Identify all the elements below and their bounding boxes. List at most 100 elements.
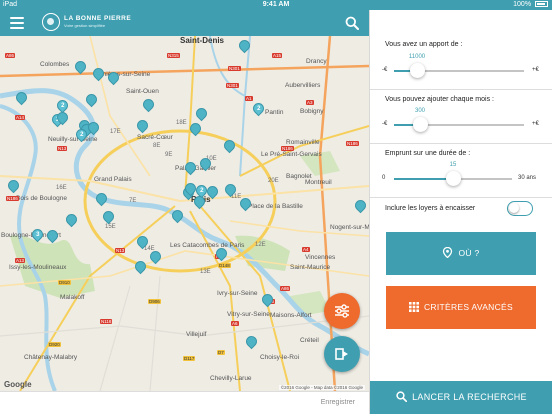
search-panel: Vous avez un apport de : -€ +€ 11000 Vou… xyxy=(369,10,552,414)
map-label: Colombes xyxy=(40,61,70,68)
loyers-label: Inclure les loyers à encaisser xyxy=(385,205,476,212)
road-badge: A14 xyxy=(15,115,26,120)
launch-search-label: LANCER LA RECHERCHE xyxy=(412,392,527,402)
road-badge: N301 xyxy=(226,83,239,88)
map-label: Saint-Maurice xyxy=(290,264,331,271)
criteria-button-label: CRITÈRES AVANCÉS xyxy=(423,302,514,312)
grid-icon xyxy=(408,302,419,312)
logo-icon xyxy=(42,13,60,31)
duree-slider[interactable]: 15 xyxy=(394,162,512,186)
battery-text: 100% xyxy=(513,1,532,8)
filters-button[interactable] xyxy=(324,293,360,329)
road-badge: N118 xyxy=(100,319,113,324)
road-badge: A15 xyxy=(272,53,283,58)
map-district-label: 17E xyxy=(110,129,121,135)
map-label: Grand Palais xyxy=(94,176,132,183)
road-badge: N13 xyxy=(57,146,68,151)
save-button[interactable]: Enregistrer xyxy=(321,399,355,406)
map-label: Le Pré-Saint-Gervais xyxy=(261,151,322,158)
road-badge: N13 xyxy=(115,248,126,253)
search-icon[interactable] xyxy=(345,16,359,30)
loyers-section: Inclure les loyers à encaisser xyxy=(370,198,552,222)
road-badge: A6 xyxy=(231,321,239,326)
road-badge: D910 xyxy=(58,280,71,285)
apport-min: -€ xyxy=(382,67,388,73)
apport-slider-thumb[interactable] xyxy=(410,63,425,78)
map-label: Maisons-Alfort xyxy=(270,312,312,319)
mensuel-min: -€ xyxy=(382,121,388,127)
duree-min: 0 xyxy=(382,175,386,181)
app-header: LA BONNE PIERRE Votre gestion simplifiée xyxy=(0,10,369,36)
loyers-toggle[interactable] xyxy=(507,201,533,216)
road-badge: A1 xyxy=(245,96,253,101)
map-label: Châtenay-Malabry xyxy=(24,354,78,361)
apport-label: Vous avez un apport de : xyxy=(385,41,463,48)
duree-max: 30 ans xyxy=(518,175,537,181)
google-logo: Google xyxy=(4,380,32,389)
map-label: Aubervilliers xyxy=(285,82,321,89)
mensuel-slider[interactable]: 300 xyxy=(394,108,524,132)
apport-max: +€ xyxy=(532,67,539,73)
map-label: Vitry-sur-Seine xyxy=(227,311,270,318)
map-district-label: 9E xyxy=(165,152,173,158)
criteria-button[interactable]: CRITÈRES AVANCÉS xyxy=(386,286,536,329)
launch-search-button[interactable]: LANCER LA RECHERCHE xyxy=(370,381,552,414)
apport-slider[interactable]: 11000 xyxy=(394,54,524,78)
map-label: Issy-les-Moulineaux xyxy=(9,264,67,271)
road-badge: D7 xyxy=(217,350,225,355)
map-district-label: 20E xyxy=(268,178,279,184)
filters-icon xyxy=(335,304,349,318)
road-badge: N186 xyxy=(6,196,19,201)
map-label: Romainville xyxy=(286,139,320,146)
map-label: Ivry-sur-Seine xyxy=(217,290,258,297)
road-badge: A86 xyxy=(5,53,16,58)
road-badge: N301 xyxy=(228,66,241,71)
battery-indicator: 100% xyxy=(513,0,548,10)
search-icon xyxy=(396,391,408,402)
map-label: Drancy xyxy=(306,58,327,65)
map-label: Malakoff xyxy=(60,294,85,301)
apport-value: 11000 xyxy=(408,54,426,60)
map-label: Saint-Denis xyxy=(180,36,225,45)
map-label: Bois de Boulogne xyxy=(16,195,67,202)
app-root: iPad 9:41 AM 100% LA BONNE PIERRE Votre … xyxy=(0,0,552,414)
mensuel-label: Vous pouvez ajouter chaque mois : xyxy=(385,96,494,103)
location-icon xyxy=(443,247,453,258)
duree-slider-fill xyxy=(394,178,453,180)
status-bar: iPad 9:41 AM 100% xyxy=(0,0,552,10)
map-label: Nogent-sur-Marne xyxy=(330,224,369,231)
mensuel-slider-thumb[interactable] xyxy=(413,117,428,132)
map-label: Chevilly-Larue xyxy=(210,375,252,382)
road-badge: A13 xyxy=(15,258,26,263)
road-badge: D906 xyxy=(148,299,161,304)
duree-label: Emprunt sur une durée de : xyxy=(385,150,471,157)
where-button[interactable]: OÙ ? xyxy=(386,232,536,275)
road-badge: N186 xyxy=(346,141,359,146)
map-district-label: 8E xyxy=(153,143,161,149)
navigate-icon xyxy=(335,348,348,360)
road-badge: D117 xyxy=(183,356,196,361)
map-label: Neuilly-sur-Seine xyxy=(48,136,98,143)
map-label: Sacré-Cœur xyxy=(137,134,173,141)
battery-icon xyxy=(535,1,548,7)
map-bottom-bar: Enregistrer xyxy=(0,391,369,414)
navigate-button[interactable] xyxy=(324,336,360,372)
map-label: Choisy-le-Roi xyxy=(260,354,300,361)
map-label: Les Catacombes de Paris xyxy=(170,242,245,249)
road-badge: N186 xyxy=(281,146,294,151)
map-label: Vincennes xyxy=(305,254,336,261)
map-label: Créteil xyxy=(300,337,319,344)
where-button-label: OÙ ? xyxy=(458,248,480,258)
duree-value: 15 xyxy=(449,162,457,168)
menu-icon[interactable] xyxy=(10,17,24,29)
duree-slider-thumb[interactable] xyxy=(446,171,461,186)
map-attribution: ©2016 Google - Map data ©2016 Google xyxy=(278,385,365,390)
road-badge: A4 xyxy=(302,247,310,252)
map-label: Bobigny xyxy=(300,108,324,115)
map-label: Montreuil xyxy=(305,179,332,186)
mensuel-section: Vous pouvez ajouter chaque mois : -€ +€ … xyxy=(370,90,552,144)
road-badge: D920 xyxy=(48,342,61,347)
logo-subtitle: Votre gestion simplifiée xyxy=(64,23,106,28)
mensuel-max: +€ xyxy=(532,121,539,127)
map-view[interactable]: Saint-Denis Colombes Asnières-sur-Seine Dra… xyxy=(0,36,369,391)
